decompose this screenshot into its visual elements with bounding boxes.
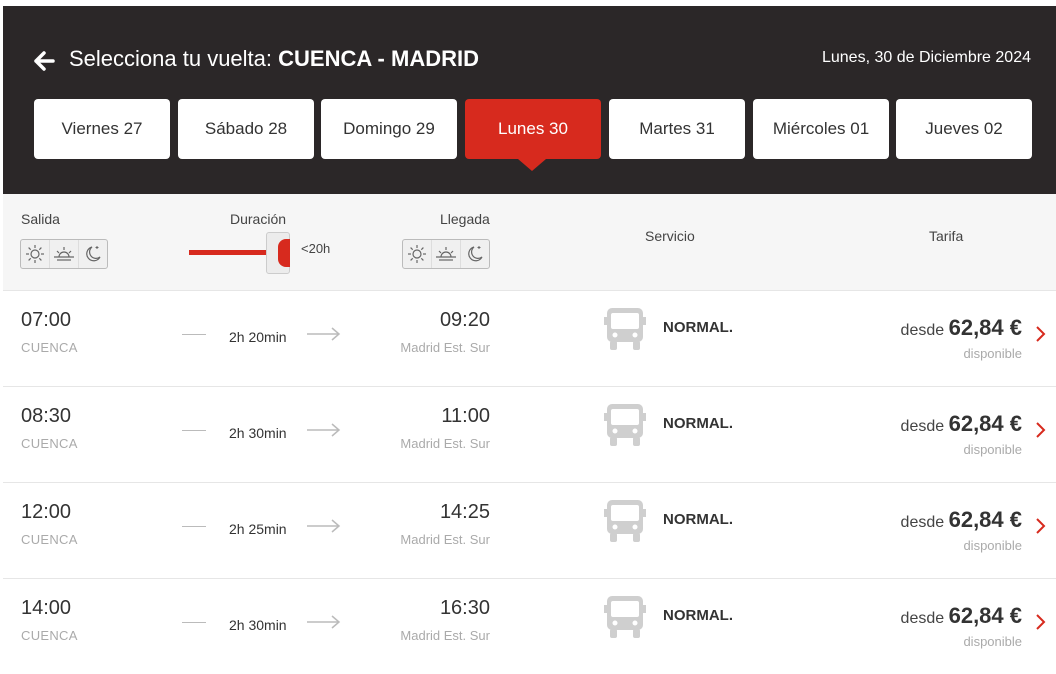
tab-lunes-30[interactable]: Lunes 30 bbox=[465, 99, 601, 159]
separator-dash bbox=[182, 622, 206, 623]
trip-row[interactable]: 14:00 CUENCA 2h 30min 16:30 Madrid Est. … bbox=[3, 578, 1056, 674]
results-panel: Selecciona tu vuelta: CUENCA - MADRID Lu… bbox=[3, 6, 1056, 674]
price-value: 62,84 € bbox=[948, 411, 1022, 436]
price: desde 62,84 € bbox=[901, 603, 1022, 629]
departure-city: CUENCA bbox=[21, 340, 78, 355]
tab-martes-31[interactable]: Martes 31 bbox=[609, 99, 745, 159]
availability-status: disponible bbox=[963, 538, 1022, 553]
departure-city: CUENCA bbox=[21, 628, 78, 643]
chevron-right-icon[interactable] bbox=[1034, 613, 1046, 631]
arrow-right-icon bbox=[307, 327, 341, 341]
arrival-time-filter bbox=[402, 239, 490, 269]
arrival-morning-toggle[interactable] bbox=[403, 240, 432, 268]
arrival-night-toggle[interactable] bbox=[461, 240, 489, 268]
price-prefix: desde bbox=[900, 610, 945, 627]
trip-duration: 2h 20min bbox=[229, 329, 287, 345]
availability-status: disponible bbox=[963, 442, 1022, 457]
sun-icon bbox=[26, 245, 44, 263]
price-prefix: desde bbox=[900, 418, 945, 435]
price-prefix: desde bbox=[900, 322, 945, 339]
price-value: 62,84 € bbox=[948, 603, 1022, 628]
duration-label: Duración bbox=[230, 211, 287, 227]
service-type: NORMAL. bbox=[663, 607, 733, 624]
arrival-afternoon-toggle[interactable] bbox=[432, 240, 461, 268]
arrival-time: 09:20 bbox=[439, 309, 490, 331]
arrow-right-icon bbox=[307, 615, 341, 629]
chevron-right-icon[interactable] bbox=[1034, 517, 1046, 535]
service-label: Servicio bbox=[645, 228, 695, 244]
bus-icon bbox=[604, 404, 646, 446]
duration-slider-handle[interactable] bbox=[266, 232, 290, 274]
price-prefix: desde bbox=[900, 514, 945, 531]
price: desde 62,84 € bbox=[901, 411, 1022, 437]
departure-city: CUENCA bbox=[21, 532, 78, 547]
arrival-time: 14:25 bbox=[439, 501, 490, 523]
arrow-right-icon bbox=[307, 423, 341, 437]
sunset-icon bbox=[436, 247, 456, 261]
departure-city: CUENCA bbox=[21, 436, 78, 451]
departure-time: 08:30 bbox=[21, 405, 72, 427]
price: desde 62,84 € bbox=[901, 507, 1022, 533]
departure-time: 12:00 bbox=[21, 501, 72, 523]
selected-date: Lunes, 30 de Diciembre 2024 bbox=[821, 49, 1031, 66]
sunset-icon bbox=[54, 247, 74, 261]
trip-duration: 2h 30min bbox=[229, 617, 287, 633]
duration-slider-track[interactable] bbox=[189, 250, 269, 255]
date-tabs: Viernes 27 Sábado 28 Domingo 29 Lunes 30… bbox=[34, 99, 1034, 159]
separator-dash bbox=[182, 334, 206, 335]
arrow-right-icon bbox=[307, 519, 341, 533]
arrival-station: Madrid Est. Sur bbox=[400, 340, 490, 355]
tab-viernes-27[interactable]: Viernes 27 bbox=[34, 99, 170, 159]
service-type: NORMAL. bbox=[663, 319, 733, 336]
trip-row[interactable]: 07:00 CUENCA 2h 20min 09:20 Madrid Est. … bbox=[3, 290, 1056, 386]
trip-row[interactable]: 12:00 CUENCA 2h 25min 14:25 Madrid Est. … bbox=[3, 482, 1056, 578]
moon-icon bbox=[86, 246, 101, 262]
header: Selecciona tu vuelta: CUENCA - MADRID Lu… bbox=[3, 6, 1056, 194]
route-name: CUENCA - MADRID bbox=[278, 46, 479, 71]
tab-jueves-02[interactable]: Jueves 02 bbox=[896, 99, 1032, 159]
departure-time: 14:00 bbox=[21, 597, 72, 619]
service-type: NORMAL. bbox=[663, 415, 733, 432]
duration-slider-value: <20h bbox=[301, 241, 331, 256]
service-type: NORMAL. bbox=[663, 511, 733, 528]
trip-row[interactable]: 08:30 CUENCA 2h 30min 11:00 Madrid Est. … bbox=[3, 386, 1056, 482]
bus-icon bbox=[604, 596, 646, 638]
sun-icon bbox=[408, 245, 426, 263]
bus-icon bbox=[604, 500, 646, 542]
arrival-station: Madrid Est. Sur bbox=[400, 436, 490, 451]
departure-time-filter bbox=[20, 239, 108, 269]
tab-miercoles-01[interactable]: Miércoles 01 bbox=[753, 99, 889, 159]
departure-time: 07:00 bbox=[21, 309, 72, 331]
separator-dash bbox=[182, 430, 206, 431]
price-value: 62,84 € bbox=[948, 315, 1022, 340]
tab-sabado-28[interactable]: Sábado 28 bbox=[178, 99, 314, 159]
departure-afternoon-toggle[interactable] bbox=[50, 240, 79, 268]
filter-bar bbox=[3, 194, 1056, 290]
active-tab-pointer bbox=[518, 159, 546, 171]
moon-icon bbox=[468, 246, 483, 262]
bus-icon bbox=[604, 308, 646, 350]
departure-morning-toggle[interactable] bbox=[21, 240, 50, 268]
arrival-time: 16:30 bbox=[439, 597, 490, 619]
separator-dash bbox=[182, 526, 206, 527]
chevron-right-icon[interactable] bbox=[1034, 421, 1046, 439]
availability-status: disponible bbox=[963, 346, 1022, 361]
trip-duration: 2h 30min bbox=[229, 425, 287, 441]
arrow-left-icon[interactable] bbox=[33, 50, 55, 72]
fare-label: Tarifa bbox=[929, 228, 964, 244]
arrival-station: Madrid Est. Sur bbox=[400, 532, 490, 547]
departure-label: Salida bbox=[21, 211, 60, 227]
page-title: Selecciona tu vuelta: CUENCA - MADRID bbox=[69, 46, 479, 71]
price-value: 62,84 € bbox=[948, 507, 1022, 532]
arrival-time: 11:00 bbox=[441, 405, 490, 427]
availability-status: disponible bbox=[963, 634, 1022, 649]
chevron-right-icon[interactable] bbox=[1034, 325, 1046, 343]
trip-duration: 2h 25min bbox=[229, 521, 287, 537]
arrival-label: Llegada bbox=[440, 211, 490, 227]
tab-domingo-29[interactable]: Domingo 29 bbox=[321, 99, 457, 159]
arrival-station: Madrid Est. Sur bbox=[400, 628, 490, 643]
departure-night-toggle[interactable] bbox=[79, 240, 107, 268]
price: desde 62,84 € bbox=[901, 315, 1022, 341]
